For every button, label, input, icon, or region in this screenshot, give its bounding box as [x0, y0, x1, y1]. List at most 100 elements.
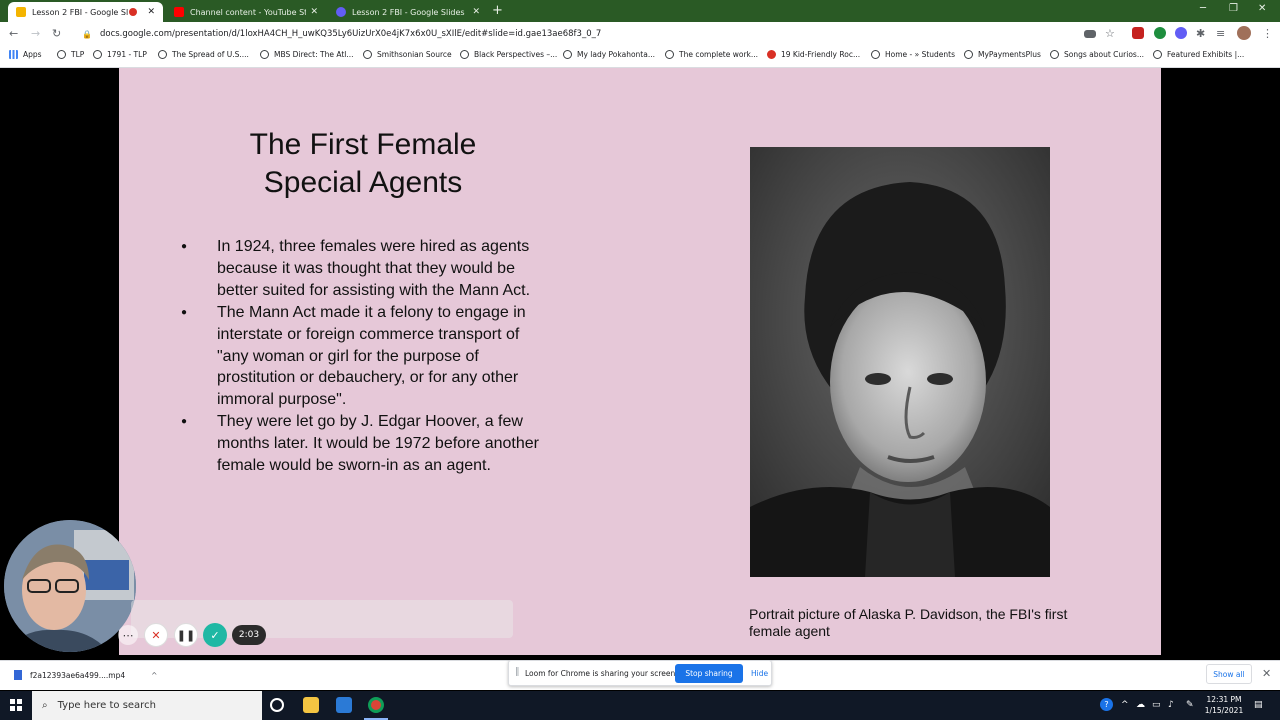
pen-icon[interactable]: ✎ — [1186, 700, 1194, 710]
apps-grid-icon — [9, 50, 18, 59]
url-text: docs.google.com/presentation/d/1loxHA4CH… — [99, 29, 602, 39]
taskbar-search[interactable]: ⌕ Type here to search — [32, 691, 262, 720]
image-caption: Portrait picture of Alaska P. Davidson, … — [749, 606, 1068, 639]
minimize-icon[interactable]: ─ — [1200, 3, 1206, 14]
onedrive-icon[interactable]: ☁ — [1136, 700, 1145, 710]
bookmark-mbs-direct[interactable]: MBS Direct: The Atl... — [260, 50, 354, 59]
bookmark-apps[interactable]: Apps — [9, 50, 42, 59]
drag-handle-icon[interactable]: ‖ — [515, 667, 520, 677]
windows-taskbar: ⌕ Type here to search — [0, 691, 1280, 720]
globe-icon — [460, 50, 469, 59]
menu-kebab-icon[interactable]: ⋮ — [1262, 27, 1273, 40]
show-all-downloads-button[interactable]: Show all — [1206, 664, 1252, 684]
loom-finish-icon[interactable]: ✓ — [203, 623, 227, 647]
bookmark-home-students[interactable]: Home - » Students — [871, 50, 955, 59]
bookmark-1791-tlp[interactable]: 1791 - TLP — [93, 50, 147, 59]
loom-timer: 2:03 — [232, 625, 266, 645]
restore-icon[interactable]: ❐ — [1229, 3, 1238, 14]
bookmark-star-icon[interactable]: ☆ — [1105, 27, 1115, 40]
reload-icon[interactable]: ↻ — [52, 27, 61, 40]
youtube-icon — [174, 7, 184, 17]
bullet-item: In 1924, three females were hired as age… — [181, 236, 551, 302]
close-tab-icon[interactable]: ✕ — [472, 7, 480, 17]
bullet-item: The Mann Act made it a felony to engage … — [181, 302, 551, 412]
new-tab-icon[interactable]: + — [492, 3, 503, 18]
globe-icon — [260, 50, 269, 59]
share-message: Loom for Chrome is sharing your screen. — [525, 669, 678, 678]
search-placeholder: Type here to search — [57, 700, 156, 711]
network-icon[interactable]: ▭ — [1152, 700, 1161, 710]
recording-icon — [129, 8, 138, 16]
windows-start-icon[interactable] — [10, 699, 22, 711]
tab-youtube-studio[interactable]: Channel content - YouTube Studi ✕ — [166, 2, 326, 22]
close-tab-icon[interactable]: ✕ — [310, 7, 318, 17]
loom-extension-icon[interactable] — [1175, 27, 1187, 39]
globe-icon — [158, 50, 167, 59]
loom-pause-icon[interactable]: ❚❚ — [174, 623, 198, 647]
camera-icon[interactable] — [1084, 30, 1096, 38]
globe-icon — [563, 50, 572, 59]
stop-sharing-button[interactable]: Stop sharing — [675, 664, 743, 683]
webcam-presenter-image — [4, 520, 136, 652]
bullet-list: In 1924, three females were hired as age… — [181, 236, 551, 477]
bullet-item: They were let go by J. Edgar Hoover, a f… — [181, 411, 551, 477]
bookmark-featured-exhibits[interactable]: Featured Exhibits |... — [1153, 50, 1244, 59]
window-close-icon[interactable]: ✕ — [1258, 3, 1266, 14]
file-explorer-icon[interactable] — [303, 697, 319, 713]
google-slides-icon — [16, 7, 26, 17]
chrome-icon[interactable] — [368, 697, 384, 713]
presentation-slide: The First Female Special Agents In 1924,… — [119, 68, 1161, 655]
hide-button[interactable]: Hide — [751, 669, 768, 678]
close-tab-icon[interactable]: ✕ — [147, 7, 155, 17]
tab-lesson-slides[interactable]: Lesson 2 FBI - Google Slides ✕ — [8, 2, 163, 22]
download-item[interactable]: f2a12393ae6a499....mp4 ^ — [14, 670, 157, 680]
tray-chevron-icon[interactable]: ^ — [1121, 700, 1129, 710]
bookmark-black-perspectives[interactable]: Black Perspectives –... — [460, 50, 557, 59]
globe-icon — [871, 50, 880, 59]
bookmark-songs-about-curios[interactable]: Songs about Curios... — [1050, 50, 1144, 59]
tab-lesson-slides-2[interactable]: Lesson 2 FBI - Google Slides ✕ — [328, 2, 488, 22]
globe-icon — [57, 50, 66, 59]
close-downloads-icon[interactable]: ✕ — [1262, 667, 1271, 680]
extensions-puzzle-icon[interactable]: ✱ — [1196, 27, 1205, 40]
taskbar-clock[interactable]: 12:31 PM 1/15/2021 — [1200, 694, 1248, 716]
globe-icon — [665, 50, 674, 59]
address-bar[interactable]: 🔒 docs.google.com/presentation/d/1loxHA4… — [76, 24, 1076, 44]
bookmark-smithsonian-source[interactable]: Smithsonian Source — [363, 50, 452, 59]
bookmark-complete-works[interactable]: The complete work... — [665, 50, 758, 59]
store-icon[interactable] — [336, 697, 352, 713]
globe-icon — [964, 50, 973, 59]
help-icon[interactable]: ? — [1100, 698, 1113, 711]
slide-title: The First Female Special Agents — [249, 128, 477, 199]
loom-cancel-icon[interactable]: ✕ — [144, 623, 168, 647]
loom-icon — [336, 7, 346, 17]
acrobat-extension-icon[interactable] — [1132, 27, 1144, 39]
red-circle-icon — [767, 50, 776, 59]
profile-avatar[interactable] — [1237, 26, 1251, 40]
bookmark-my-lady-pokahontas[interactable]: My lady Pokahonta... — [563, 50, 655, 59]
browser-tab-strip: Lesson 2 FBI - Google Slides ✕ Channel c… — [0, 0, 1280, 22]
notifications-icon[interactable]: ▤ — [1254, 700, 1263, 710]
volume-icon[interactable]: ♪ — [1168, 700, 1174, 710]
cortana-icon[interactable] — [270, 698, 284, 712]
bookmark-mypaymentsplus[interactable]: MyPaymentsPlus — [964, 50, 1041, 59]
download-filename: f2a12393ae6a499....mp4 — [30, 670, 126, 680]
reading-list-icon[interactable]: ≡ — [1216, 27, 1225, 40]
loom-more-icon[interactable]: ⋯ — [118, 625, 138, 645]
globe-icon — [1050, 50, 1059, 59]
screen-share-notification: ‖ Loom for Chrome is sharing your screen… — [508, 660, 772, 686]
webcam-bubble[interactable] — [4, 520, 136, 652]
bookmark-spread-of-us[interactable]: The Spread of U.S.... — [158, 50, 249, 59]
grammarly-extension-icon[interactable] — [1154, 27, 1166, 39]
tab-title: Channel content - YouTube Studi — [190, 7, 307, 17]
forward-icon[interactable]: → — [31, 27, 40, 40]
back-icon[interactable]: ← — [9, 27, 18, 40]
bookmark-kid-friendly[interactable]: 19 Kid-Friendly Roc... — [767, 50, 860, 59]
tab-title: Lesson 2 FBI - Google Slides — [352, 7, 465, 17]
portrait-photo — [750, 147, 1050, 577]
file-icon — [14, 670, 22, 680]
globe-icon — [93, 50, 102, 59]
chevron-up-icon[interactable]: ^ — [151, 671, 157, 680]
globe-icon — [363, 50, 372, 59]
bookmark-tlp[interactable]: TLP — [57, 50, 84, 59]
